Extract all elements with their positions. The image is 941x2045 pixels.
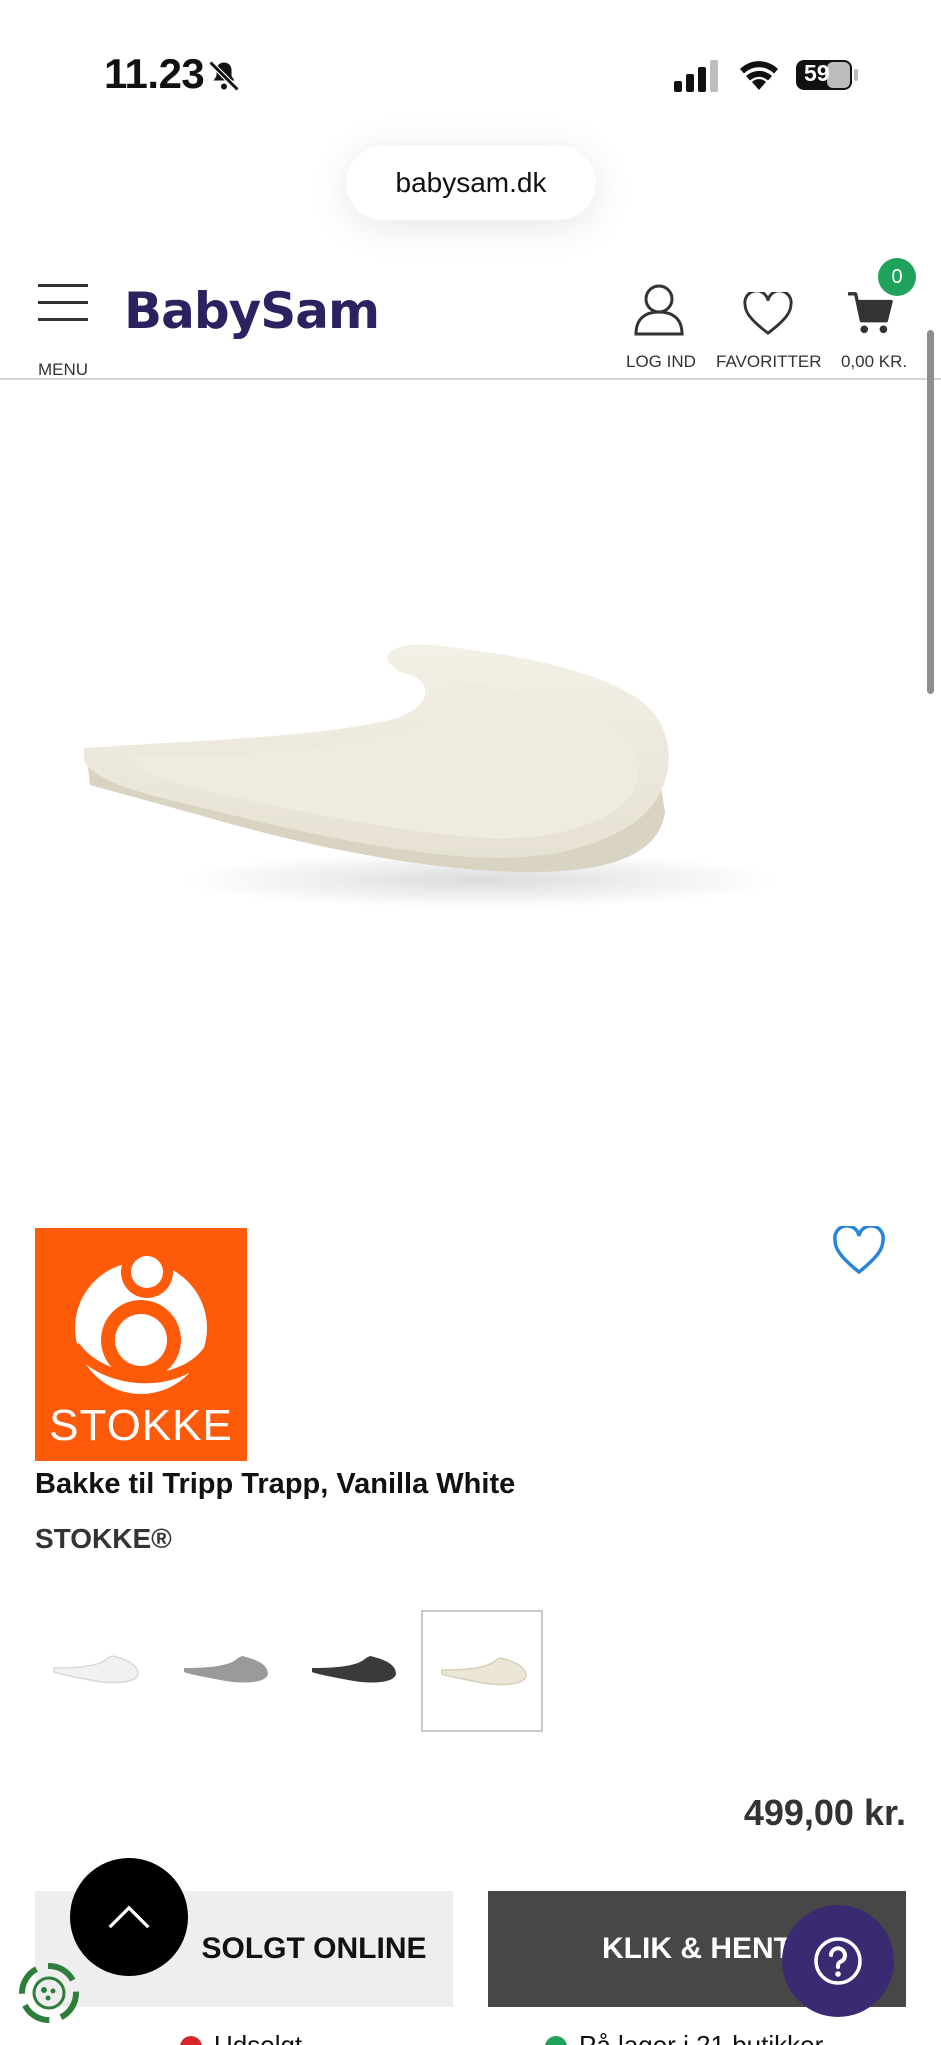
online-stock-status: Udsolgt [180, 2030, 302, 2045]
site-header: MENU BabySam LOG IND FAVORITTER 0,00 KR. [0, 256, 941, 380]
status-time: 11.23 [104, 50, 205, 97]
favorites-label: FAVORITTER [716, 352, 822, 371]
login-button[interactable]: LOG IND [624, 270, 716, 371]
product-image[interactable] [60, 610, 820, 920]
recycle-badge-icon[interactable] [16, 1960, 82, 2026]
product-brand[interactable]: STOKKE® [35, 1523, 172, 1555]
stokke-emblem-icon [70, 1246, 216, 1394]
variant-thumbnail-black[interactable] [293, 1610, 415, 1732]
tray-thumbnail-image [184, 1656, 268, 1683]
sold-online-label: SOLGT ONLINE [201, 1932, 427, 1965]
page-scrollbar[interactable] [927, 330, 934, 694]
variant-thumbnail-vanilla-selected[interactable] [421, 1610, 543, 1732]
question-mark-icon [814, 1937, 862, 1985]
chevron-up-icon [108, 1905, 150, 1929]
battery-icon: 59 [795, 58, 859, 92]
cart-icon [847, 292, 893, 334]
menu-label: MENU [38, 360, 89, 379]
variant-thumbnail-white[interactable] [35, 1610, 157, 1732]
cart-total: 0,00 KR. [841, 352, 908, 371]
tray-thumbnail-image [53, 1655, 139, 1684]
stokke-brand-logo[interactable]: STOKKE [35, 1228, 247, 1461]
product-price: 499,00 kr. [743, 1792, 906, 1833]
cart-count-badge: 0 [878, 258, 916, 296]
click-and-collect-label: KLIK & HENT [602, 1932, 792, 1965]
menu-button[interactable]: MENU [34, 278, 92, 379]
battery-level: 59 [804, 60, 830, 86]
store-stock-status: På lager i 21 butikker [545, 2030, 823, 2045]
variant-thumbnail-grey[interactable] [165, 1610, 287, 1732]
stokke-wordmark: STOKKE [49, 1401, 233, 1450]
stock-green-dot [545, 2036, 567, 2045]
tray-thumbnail-image [441, 1657, 527, 1686]
add-to-favorites-heart-icon[interactable] [832, 1226, 886, 1276]
address-bar[interactable]: babysam.dk [346, 146, 596, 220]
help-button[interactable] [782, 1905, 894, 2017]
product-title: Bakke til Tripp Trapp, Vanilla White [35, 1468, 516, 1500]
bell-muted-icon [208, 60, 240, 92]
wifi-icon [740, 61, 778, 90]
store-stock-text: På lager i 21 butikker [579, 2030, 824, 2045]
cellular-signal-icon [674, 60, 718, 92]
hamburger-icon [38, 284, 88, 322]
tray-thumbnail-image [312, 1656, 396, 1683]
address-bar-url: babysam.dk [395, 167, 547, 198]
heart-icon [743, 292, 793, 335]
babysam-logo[interactable]: BabySam [124, 282, 380, 340]
user-icon [634, 284, 684, 336]
favorites-button[interactable]: FAVORITTER [715, 270, 825, 371]
variant-thumbnails [35, 1610, 555, 1732]
stock-red-dot [180, 2036, 202, 2045]
status-bar: 11.23 59 [0, 0, 941, 140]
online-stock-text: Udsolgt [214, 2030, 303, 2045]
login-label: LOG IND [626, 352, 696, 371]
scroll-to-top-button[interactable] [70, 1858, 188, 1976]
